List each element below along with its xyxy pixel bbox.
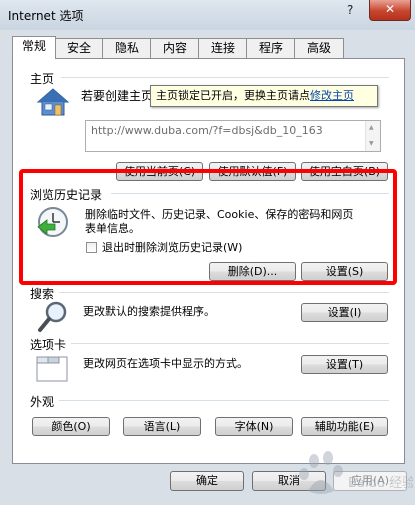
languages-button[interactable]: 语言(L) [123, 417, 201, 436]
accessibility-button[interactable]: 辅助功能(E) [301, 417, 388, 436]
tab-programs[interactable]: 程序 [246, 38, 296, 58]
help-icon[interactable]: ? [347, 3, 353, 17]
close-button[interactable]: ✕ [369, 0, 411, 21]
title-bar: Internet 选项 ? ✕ [0, 0, 415, 30]
appearance-label: 外观 [30, 395, 55, 409]
tab-advanced[interactable]: 高级 [294, 38, 344, 58]
tab-content[interactable]: 内容 [150, 38, 200, 58]
homepage-label: 主页 [30, 72, 55, 86]
cancel-button[interactable]: 取消 [252, 471, 326, 491]
search-separator [59, 292, 389, 293]
house-icon [36, 88, 70, 116]
window-title: Internet 选项 [8, 9, 84, 23]
homepage-url-field[interactable]: http://www.duba.com/?f=dbsj&db_10_163 ▲ … [85, 120, 381, 152]
search-description: 更改默认的搜索提供程序。 [83, 305, 215, 318]
highlight-annotation-box [19, 169, 397, 285]
ok-button[interactable]: 确定 [170, 471, 244, 491]
apply-button[interactable]: 应用(A) [333, 471, 407, 491]
homepage-lock-tooltip: 主页锁定已开启，更换主页请点修改主页 [150, 85, 378, 107]
search-settings-button[interactable]: 设置(I) [301, 303, 388, 322]
modify-homepage-link[interactable]: 修改主页 [310, 89, 354, 102]
appearance-separator [59, 400, 389, 401]
tab-general[interactable]: 常规 [12, 36, 56, 59]
tabs-settings-button[interactable]: 设置(T) [301, 355, 388, 374]
tab-security[interactable]: 安全 [54, 38, 104, 58]
scroll-down-icon: ▼ [369, 140, 374, 147]
magnifier-icon [38, 301, 67, 332]
scroll-up-icon: ▲ [369, 124, 374, 131]
colors-button[interactable]: 颜色(O) [32, 417, 110, 436]
tooltip-text: 主页锁定已开启，更换主页请点 [156, 89, 310, 102]
homepage-url-text: http://www.duba.com/?f=dbsj&db_10_163 [91, 124, 323, 137]
tabs-section-separator [71, 343, 389, 344]
tabs-window-icon [36, 356, 68, 382]
tab-connections[interactable]: 连接 [198, 38, 248, 58]
url-scrollbar[interactable]: ▲ ▼ [365, 121, 380, 151]
homepage-separator [61, 77, 389, 78]
tab-privacy[interactable]: 隐私 [102, 38, 152, 58]
tabs-section-description: 更改网页在选项卡中显示的方式。 [83, 357, 248, 370]
fonts-button[interactable]: 字体(N) [215, 417, 293, 436]
close-icon: ✕ [384, 2, 396, 16]
tabs-section-label: 选项卡 [30, 338, 67, 352]
